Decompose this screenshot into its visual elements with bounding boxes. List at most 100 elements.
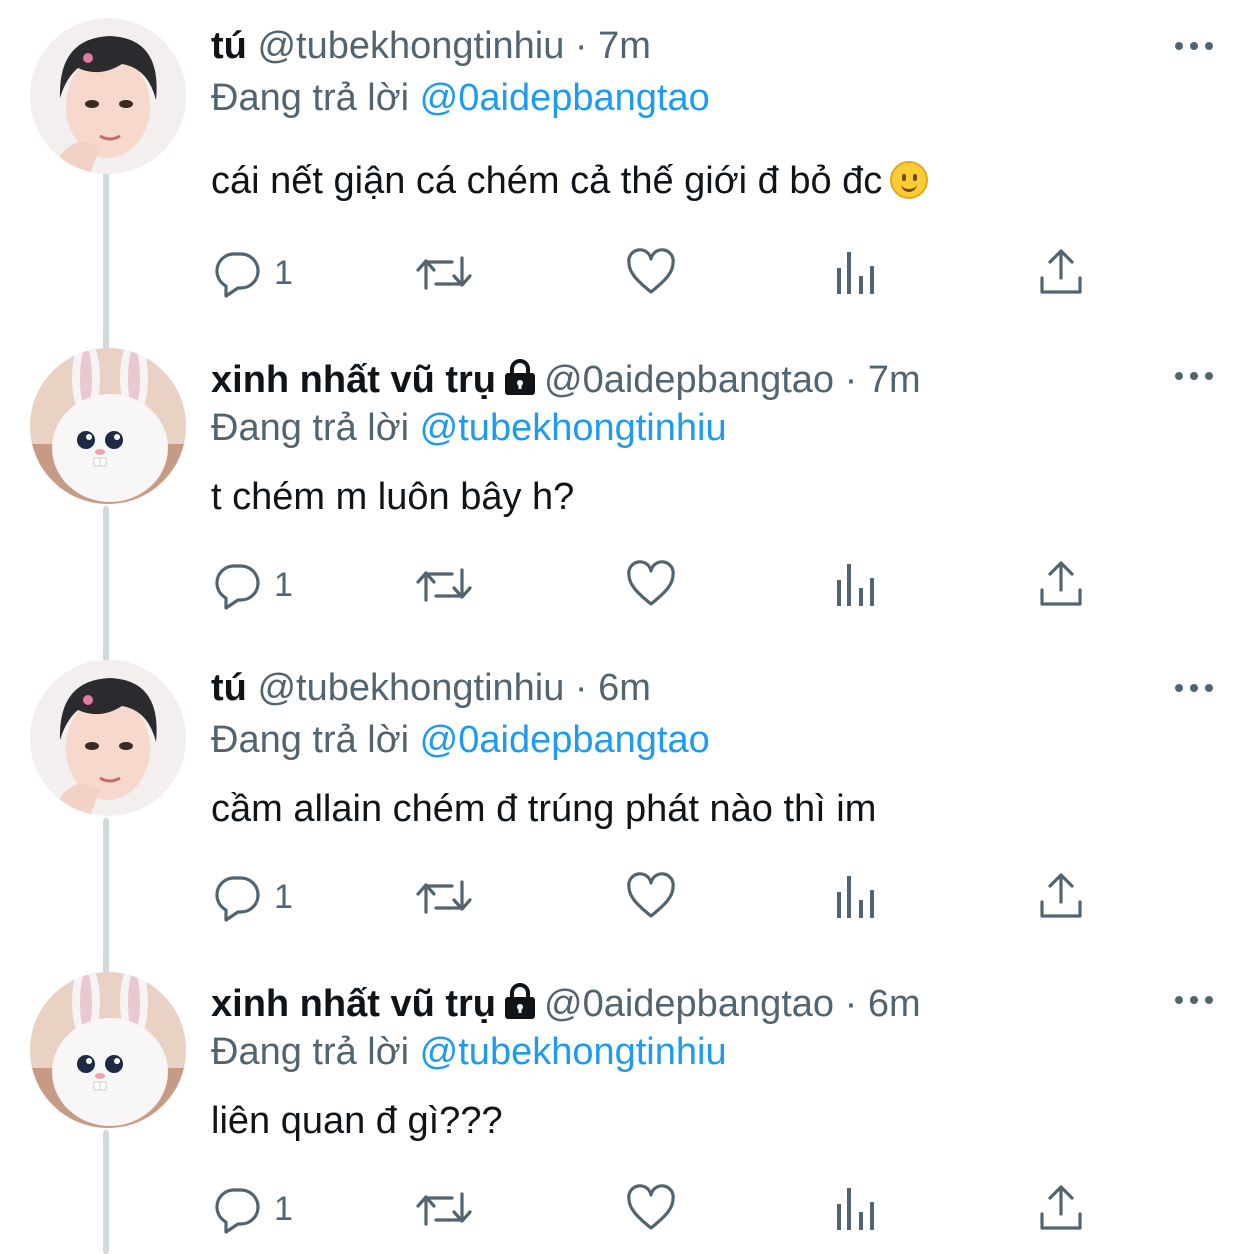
tweet-text-content: t chém m luôn bây h? [211, 476, 575, 518]
tweet[interactable]: xinh nhất vũ trụ @0aidepbangtao · 6m Đang… [0, 954, 1242, 1254]
slightly-smiling-face-emoji [890, 161, 929, 199]
tweet-actions: 1 [0, 560, 1242, 610]
share-icon [1040, 561, 1082, 606]
tweet[interactable]: tú @tubekhongtinhiu · 6m Đang trả lời @0… [0, 642, 1242, 954]
views-button[interactable] [834, 1184, 878, 1234]
share-button[interactable] [1038, 560, 1084, 610]
reply-icon [215, 1188, 260, 1234]
views-button[interactable] [834, 248, 878, 298]
display-name[interactable]: xinh nhất vũ trụ [211, 359, 496, 401]
timestamp[interactable]: 7m [598, 25, 651, 67]
retweet-icon [416, 880, 472, 914]
reply-count: 1 [274, 566, 293, 604]
handle[interactable]: @0aidepbangtao [544, 359, 834, 401]
avatar[interactable] [30, 972, 186, 1128]
retweet-button[interactable] [414, 872, 474, 922]
reply-count: 1 [274, 878, 293, 916]
separator: · [834, 983, 868, 1025]
reply-button[interactable]: 1 [212, 248, 293, 298]
more-icon [1175, 42, 1213, 50]
separator: · [834, 359, 868, 401]
retweet-icon [416, 1192, 472, 1226]
more-icon [1175, 684, 1213, 692]
views-icon [837, 252, 874, 294]
reply-button[interactable]: 1 [212, 872, 293, 922]
tweet-header: xinh nhất vũ trụ @0aidepbangtao · 6m [211, 982, 921, 1026]
retweet-button[interactable] [414, 560, 474, 610]
display-name[interactable]: tú [211, 25, 247, 67]
tweet[interactable]: xinh nhất vũ trụ @0aidepbangtao · 7m Đang… [0, 330, 1242, 642]
tweet-actions: 1 [0, 248, 1242, 298]
timestamp[interactable]: 7m [868, 359, 921, 401]
tweet-text: cầm allain chém đ trúng phát nào thì im [211, 786, 876, 832]
more-button[interactable] [1174, 36, 1214, 56]
tweet-text: t chém m luôn bây h? [211, 474, 574, 520]
boy-avatar-image [30, 18, 186, 174]
like-button[interactable] [626, 1184, 676, 1234]
reply-thread: tú @tubekhongtinhiu · 7m Đang trả lời @0… [0, 0, 1242, 1254]
more-icon [1175, 996, 1213, 1004]
boy-avatar-image [30, 660, 186, 816]
reply-count: 1 [274, 1190, 293, 1228]
replying-to: Đang trả lời @tubekhongtinhiu [211, 1030, 727, 1074]
retweet-button[interactable] [414, 1184, 474, 1234]
tweet-header: tú @tubekhongtinhiu · 6m [211, 666, 651, 710]
more-button[interactable] [1174, 990, 1214, 1010]
handle[interactable]: @tubekhongtinhiu [257, 25, 564, 67]
more-button[interactable] [1174, 678, 1214, 698]
reply-button[interactable]: 1 [212, 1184, 293, 1234]
reply-prefix: Đang trả lời [211, 719, 420, 761]
replying-to: Đang trả lời @tubekhongtinhiu [211, 406, 727, 450]
handle[interactable]: @0aidepbangtao [544, 983, 834, 1025]
retweet-icon [416, 256, 472, 290]
reply-prefix: Đang trả lời [211, 407, 420, 449]
like-icon [627, 872, 675, 918]
reply-icon [215, 564, 260, 610]
avatar[interactable] [30, 660, 186, 816]
replying-to: Đang trả lời @0aidepbangtao [211, 718, 710, 762]
tweet[interactable]: tú @tubekhongtinhiu · 7m Đang trả lời @0… [0, 0, 1242, 312]
timestamp[interactable]: 6m [868, 983, 921, 1025]
views-button[interactable] [834, 560, 878, 610]
views-button[interactable] [834, 872, 878, 922]
like-icon [627, 560, 675, 606]
views-icon [837, 564, 874, 606]
like-icon [627, 248, 675, 294]
like-button[interactable] [626, 872, 676, 922]
avatar[interactable] [30, 18, 186, 174]
tweet-actions: 1 [0, 872, 1242, 922]
reply-count: 1 [274, 254, 293, 292]
replying-to: Đang trả lời @0aidepbangtao [211, 76, 710, 120]
share-icon [1040, 873, 1082, 918]
views-icon [837, 1188, 874, 1230]
avatar[interactable] [30, 348, 186, 504]
mention-link[interactable]: @tubekhongtinhiu [420, 1031, 727, 1073]
retweet-button[interactable] [414, 248, 474, 298]
mention-link[interactable]: @0aidepbangtao [420, 77, 710, 119]
like-button[interactable] [626, 248, 676, 298]
reply-icon [215, 252, 260, 298]
more-button[interactable] [1174, 366, 1214, 386]
reply-button[interactable]: 1 [212, 560, 293, 610]
reply-icon [215, 876, 260, 922]
mention-link[interactable]: @tubekhongtinhiu [420, 407, 727, 449]
timestamp[interactable]: 6m [598, 667, 651, 709]
tweet-text-content: cầm allain chém đ trúng phát nào thì im [211, 788, 877, 830]
views-icon [837, 876, 874, 918]
tweet-header: xinh nhất vũ trụ @0aidepbangtao · 7m [211, 358, 921, 402]
mention-link[interactable]: @0aidepbangtao [420, 719, 710, 761]
reply-prefix: Đang trả lời [211, 1031, 420, 1073]
handle[interactable]: @tubekhongtinhiu [257, 667, 564, 709]
lock-icon [505, 983, 535, 1019]
share-button[interactable] [1038, 872, 1084, 922]
display-name[interactable]: xinh nhất vũ trụ [211, 983, 496, 1025]
share-button[interactable] [1038, 248, 1084, 298]
like-button[interactable] [626, 560, 676, 610]
tweet-header: tú @tubekhongtinhiu · 7m [211, 24, 651, 68]
bunny-avatar-image [30, 348, 186, 504]
bunny-avatar-image [30, 972, 186, 1128]
reply-prefix: Đang trả lời [211, 77, 420, 119]
tweet-text-content: cái nết giận cá chém cả thế giới đ bỏ đc [211, 160, 883, 202]
share-button[interactable] [1038, 1184, 1084, 1234]
display-name[interactable]: tú [211, 667, 247, 709]
